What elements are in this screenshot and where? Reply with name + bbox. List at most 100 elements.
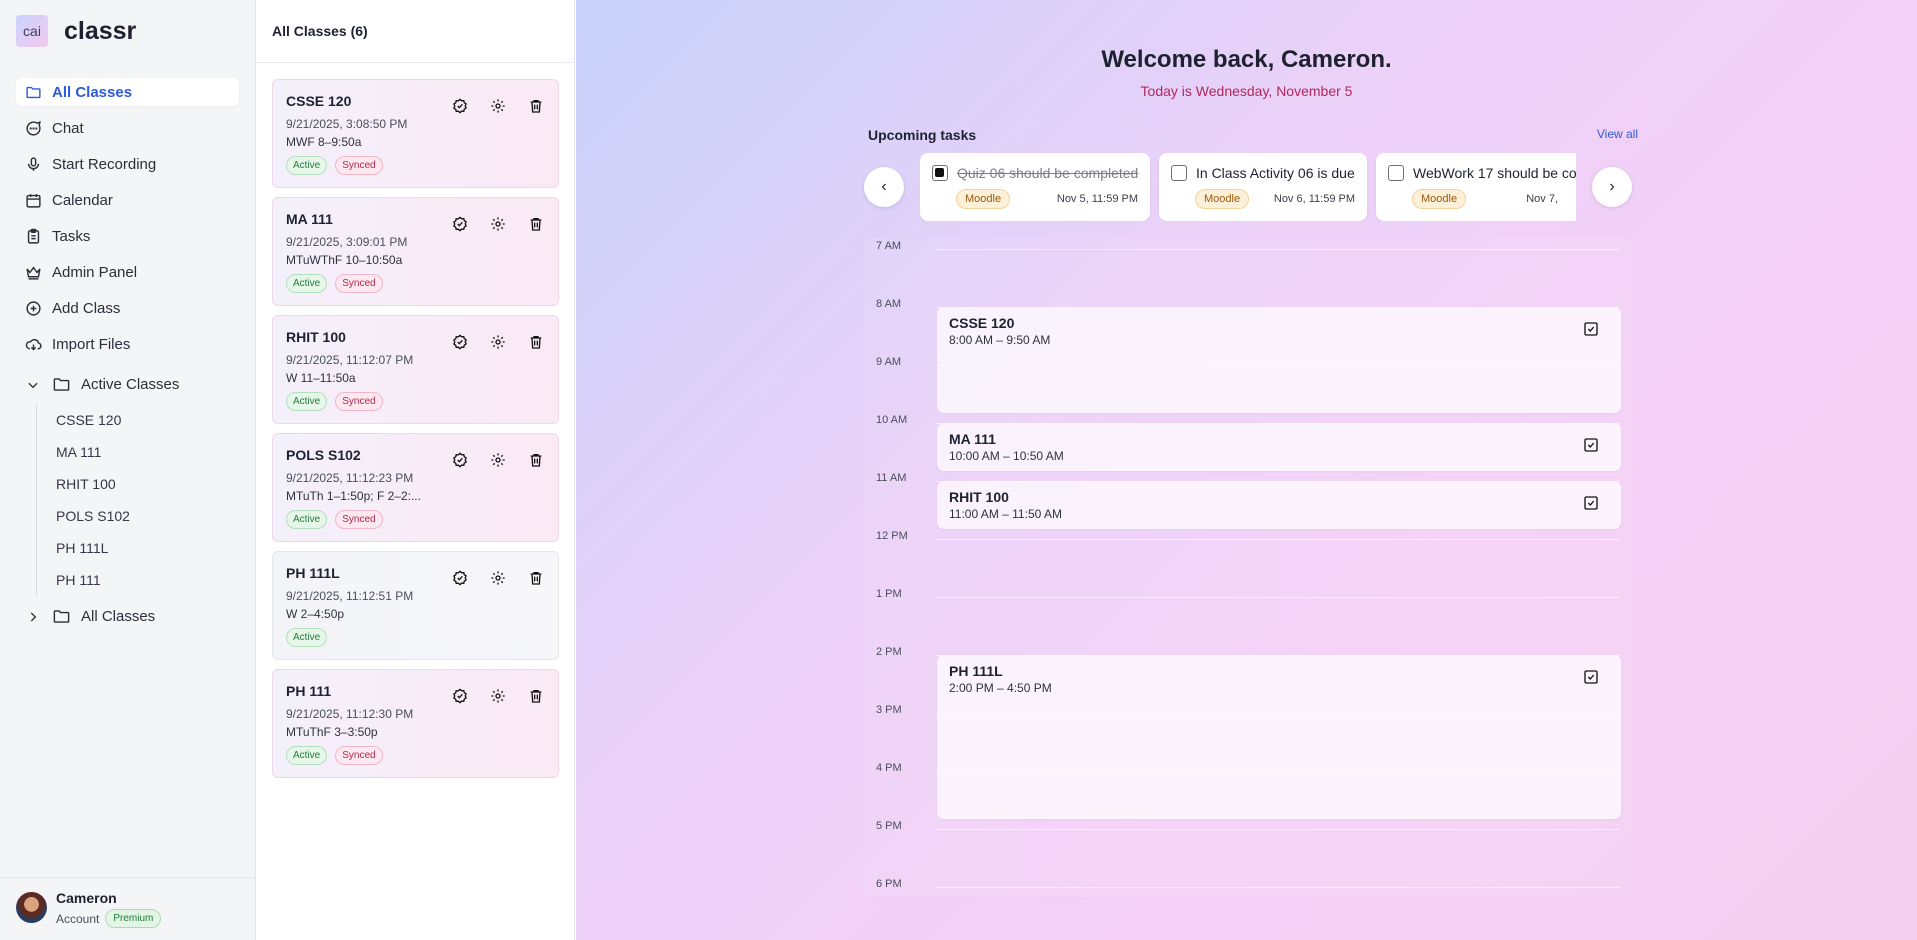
nav-tasks[interactable]: Tasks <box>16 222 239 250</box>
sidebar-nav: All Classes Chat Start Recording Calenda… <box>16 78 239 366</box>
class-created: 9/21/2025, 11:12:07 PM <box>286 353 414 367</box>
checkbox-square-icon[interactable] <box>1583 669 1599 685</box>
user-account[interactable]: Cameron Account Premium <box>0 877 256 940</box>
crown-icon <box>26 265 41 280</box>
gear-icon[interactable] <box>490 452 506 468</box>
source-badge: Moodle <box>1412 189 1467 209</box>
badge-check-icon[interactable] <box>452 570 468 586</box>
hour-gridline <box>936 597 1620 598</box>
nav-add-class[interactable]: Add Class <box>16 294 239 322</box>
task-row: Quiz 06 should be completed <box>932 165 1138 181</box>
hour-label: 5 PM <box>876 820 902 832</box>
trash-icon[interactable] <box>528 570 544 586</box>
tree-item-csse-120[interactable]: CSSE 120 <box>37 404 130 436</box>
view-all-link[interactable]: View all <box>1586 127 1638 141</box>
nav-label: Calendar <box>52 191 113 209</box>
class-actions <box>452 688 544 704</box>
nav-start-recording[interactable]: Start Recording <box>16 150 239 178</box>
chevron-down-icon <box>28 382 38 388</box>
task-checkbox[interactable] <box>1171 165 1187 181</box>
nav-calendar[interactable]: Calendar <box>16 186 239 214</box>
tree-all-classes[interactable]: All Classes <box>26 607 155 626</box>
badge-check-icon[interactable] <box>452 452 468 468</box>
hour-label: 3 PM <box>876 704 902 716</box>
gear-icon[interactable] <box>490 216 506 232</box>
calendar-event[interactable]: MA 111 10:00 AM – 10:50 AM <box>937 423 1621 472</box>
sidebar: cai classr All Classes Chat Start Record… <box>0 0 256 940</box>
nav-label: Import Files <box>52 335 131 353</box>
calendar-icon <box>26 193 41 208</box>
calendar-event[interactable]: PH 111L 2:00 PM – 4:50 PM <box>937 655 1621 820</box>
class-tags: Active Synced <box>286 392 545 411</box>
task-card[interactable]: Quiz 06 should be completed Moodle Nov 5… <box>920 153 1150 221</box>
class-schedule: MTuThF 3–3:50p <box>286 725 378 739</box>
checkbox-square-icon[interactable] <box>1583 437 1599 453</box>
class-schedule: W 11–11:50a <box>286 371 356 385</box>
badge-check-icon[interactable] <box>452 688 468 704</box>
nav-label: Chat <box>52 119 84 137</box>
event-time: 8:00 AM – 9:50 AM <box>949 333 1051 347</box>
plan-badge: Premium <box>105 909 162 928</box>
source-badge: Moodle <box>956 189 1011 209</box>
class-card[interactable]: POLS S102 9/21/2025, 11:12:23 PM MTuTh 1… <box>272 433 559 542</box>
trash-icon[interactable] <box>528 334 544 350</box>
class-list-panel: All Classes (6) CSSE 120 9/21/2025, 3:08… <box>256 0 575 940</box>
checkbox-square-icon[interactable] <box>1583 321 1599 337</box>
class-card[interactable]: MA 111 9/21/2025, 3:09:01 PM MTuWThF 10–… <box>272 197 559 306</box>
task-meta: Moodle Nov 5, 11:59 PM <box>932 189 1138 209</box>
tasks-next-button[interactable]: › <box>1592 167 1632 207</box>
cloud-download-icon <box>25 338 42 350</box>
checkbox-square-icon[interactable] <box>1583 495 1599 511</box>
hour-label: 1 PM <box>876 588 902 600</box>
sync-badge: Synced <box>335 510 383 529</box>
task-card[interactable]: WebWork 17 should be co Moodle Nov 7, <box>1376 153 1576 221</box>
status-badge: Active <box>286 746 328 765</box>
tree-item-ph-111[interactable]: PH 111 <box>37 564 130 596</box>
tree-active-classes[interactable]: Active Classes <box>26 375 179 394</box>
class-card[interactable]: PH 111 9/21/2025, 11:12:30 PM MTuThF 3–3… <box>272 669 559 778</box>
badge-check-icon[interactable] <box>452 216 468 232</box>
task-row: In Class Activity 06 is due <box>1171 165 1355 181</box>
nav-all-classes[interactable]: All Classes <box>16 78 239 106</box>
task-label: Quiz 06 should be completed <box>957 165 1139 181</box>
status-badge: Active <box>286 156 328 175</box>
trash-icon[interactable] <box>528 216 544 232</box>
trash-icon[interactable] <box>528 688 544 704</box>
gear-icon[interactable] <box>490 570 506 586</box>
main-dashboard: Welcome back, Cameron. Today is Wednesda… <box>576 0 1917 940</box>
tree-item-rhit-100[interactable]: RHIT 100 <box>37 468 130 500</box>
source-badge: Moodle <box>1195 189 1250 209</box>
trash-icon[interactable] <box>528 452 544 468</box>
hour-label: 6 PM <box>876 878 902 890</box>
task-card[interactable]: In Class Activity 06 is due Moodle Nov 6… <box>1159 153 1367 221</box>
tree-item-ma-111[interactable]: MA 111 <box>37 436 130 468</box>
gear-icon[interactable] <box>490 98 506 114</box>
calendar-event[interactable]: CSSE 120 8:00 AM – 9:50 AM <box>937 307 1621 414</box>
event-title: MA 111 <box>949 431 996 447</box>
gear-icon[interactable] <box>490 334 506 350</box>
sync-badge: Synced <box>335 746 383 765</box>
class-schedule: MTuWThF 10–10:50a <box>286 253 403 267</box>
calendar-event[interactable]: RHIT 100 11:00 AM – 11:50 AM <box>937 481 1621 530</box>
folder-icon <box>26 86 41 98</box>
nav-label: Tasks <box>52 227 91 245</box>
badge-check-icon[interactable] <box>452 334 468 350</box>
class-card[interactable]: PH 111L 9/21/2025, 11:12:51 PM W 2–4:50p… <box>272 551 559 660</box>
tree-item-ph-111l[interactable]: PH 111L <box>37 532 130 564</box>
event-title: RHIT 100 <box>949 489 1009 505</box>
trash-icon[interactable] <box>528 98 544 114</box>
task-checkbox[interactable] <box>932 165 948 181</box>
class-card[interactable]: RHIT 100 9/21/2025, 11:12:07 PM W 11–11:… <box>272 315 559 424</box>
event-time: 10:00 AM – 10:50 AM <box>949 449 1064 463</box>
class-card[interactable]: CSSE 120 9/21/2025, 3:08:50 PM MWF 8–9:5… <box>272 79 559 188</box>
tasks-prev-button[interactable]: ‹ <box>864 167 904 207</box>
task-checkbox[interactable] <box>1388 165 1404 181</box>
task-due: Nov 5, 11:59 PM <box>1056 193 1138 205</box>
badge-check-icon[interactable] <box>452 98 468 114</box>
brand[interactable]: cai classr <box>16 15 136 47</box>
nav-chat[interactable]: Chat <box>16 114 239 142</box>
tree-item-pols-s102[interactable]: POLS S102 <box>37 500 130 532</box>
gear-icon[interactable] <box>490 688 506 704</box>
nav-import-files[interactable]: Import Files <box>16 330 239 358</box>
nav-admin-panel[interactable]: Admin Panel <box>16 258 239 286</box>
